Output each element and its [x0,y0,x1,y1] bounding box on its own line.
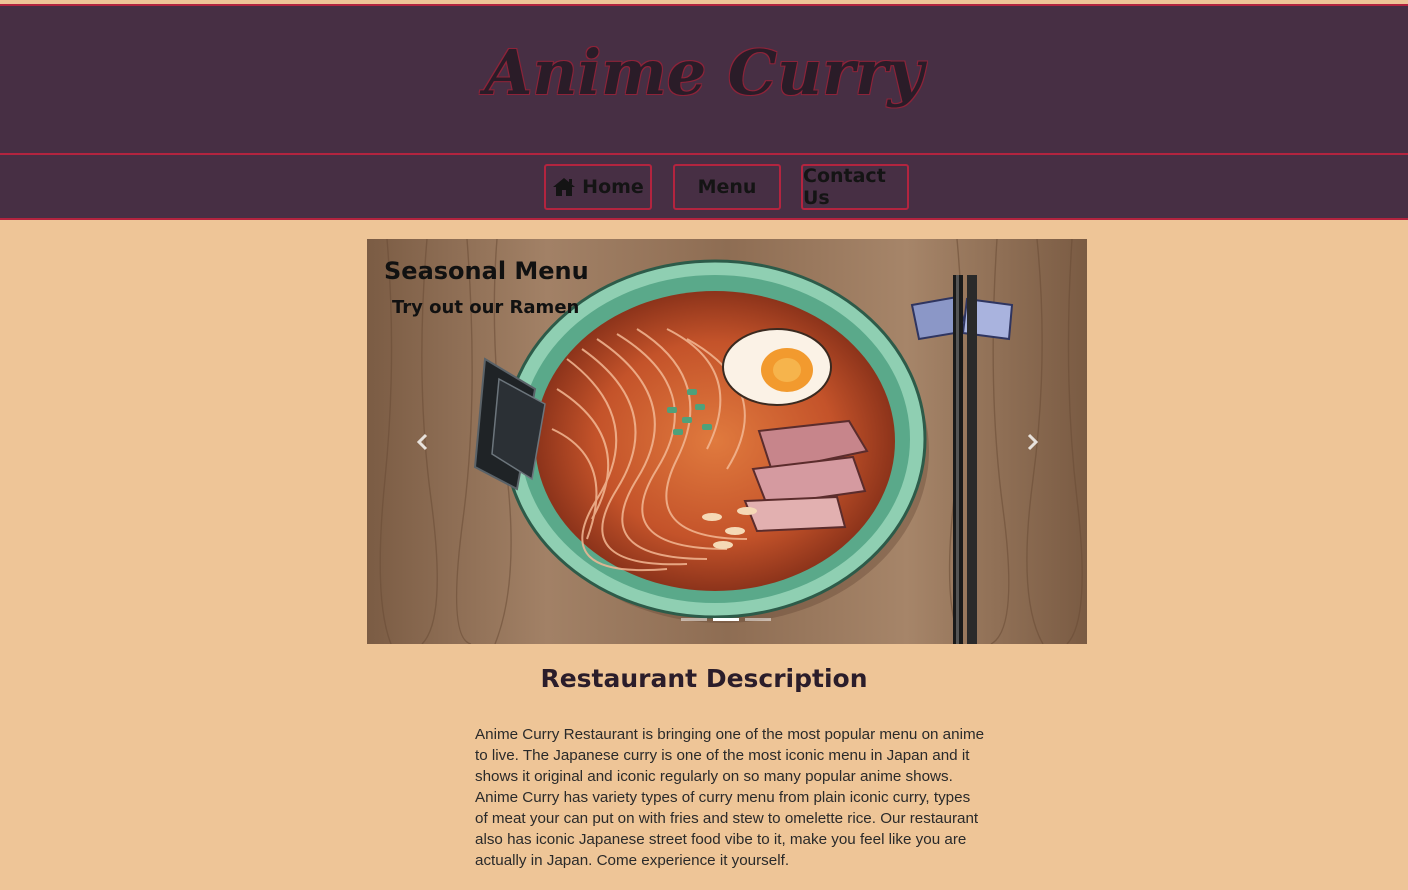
chevron-right-icon [1027,433,1039,451]
carousel-indicators [681,617,773,623]
nav-menu-label: Menu [697,176,757,198]
main-nav: Home Menu Contact Us [0,153,1408,220]
carousel-indicator-2[interactable] [713,618,739,621]
nav-contact-label: Contact Us [803,165,886,209]
carousel-caption-title: Seasonal Menu [384,257,589,285]
carousel-prev-button[interactable] [407,427,437,457]
carousel-next-button[interactable] [1018,427,1048,457]
carousel-indicator-3[interactable] [745,618,771,621]
section-title: Restaurant Description [540,664,868,693]
hero-carousel: Seasonal Menu Try out our Ramen [367,239,1087,644]
nav-menu-button[interactable]: Menu [673,164,781,210]
home-icon [553,178,576,196]
chevron-left-icon [416,433,428,451]
carousel-indicator-1[interactable] [681,618,707,621]
nav-contact-button[interactable]: Contact Us [801,164,909,210]
nav-home-button[interactable]: Home [544,164,652,210]
restaurant-description: Anime Curry Restaurant is bringing one o… [475,726,985,869]
carousel-caption-subtitle: Try out our Ramen [392,297,580,318]
site-header: Anime Curry [0,6,1408,153]
nav-home-label: Home [582,176,644,198]
site-title: Anime Curry [484,36,924,109]
